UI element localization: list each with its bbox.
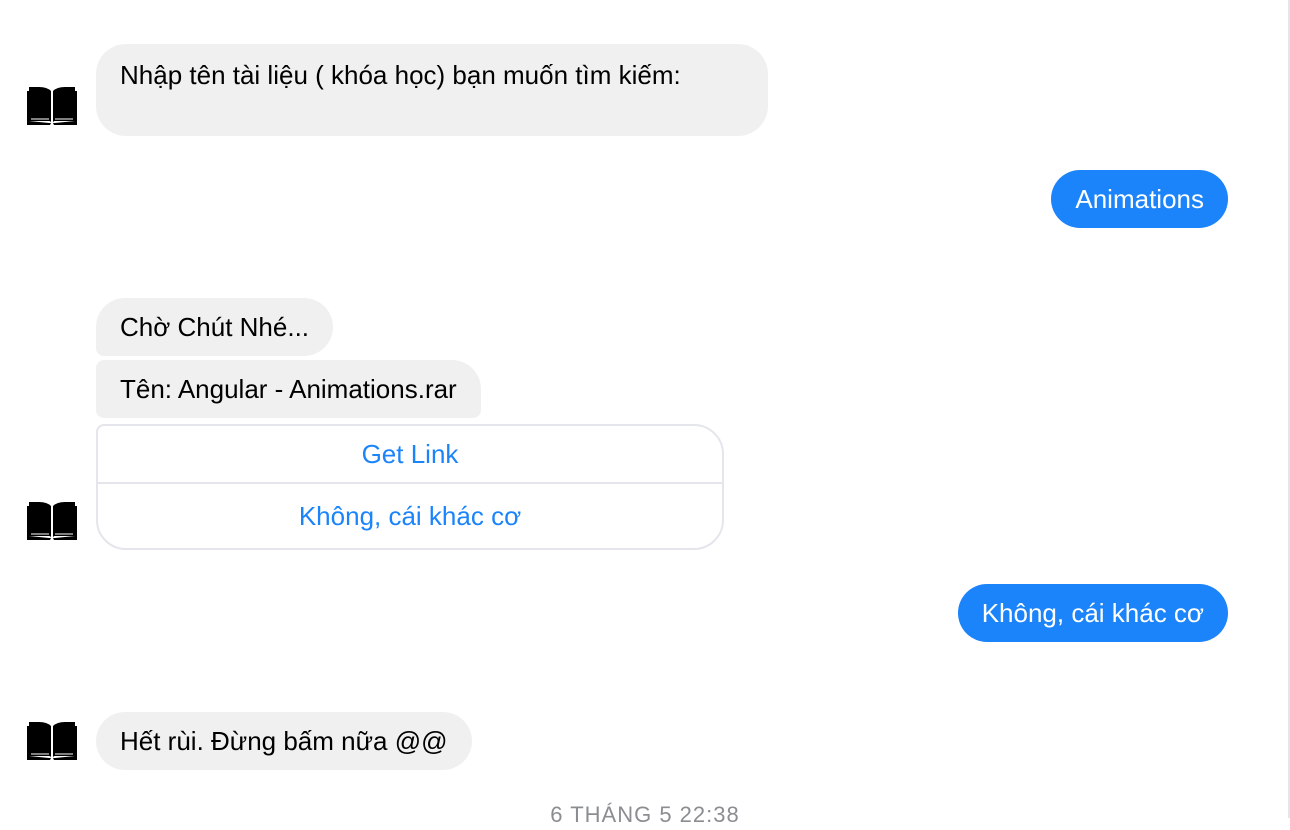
message-text: Chờ Chút Nhé... xyxy=(120,312,310,342)
bot-avatar[interactable] xyxy=(27,498,77,542)
bot-avatar[interactable] xyxy=(27,83,77,127)
open-book-icon xyxy=(27,502,77,540)
get-link-button[interactable]: Get Link xyxy=(98,426,722,484)
conversation-timestamp: 6 THÁNG 5 22:38 xyxy=(550,802,740,827)
open-book-icon xyxy=(27,87,77,125)
quick-reply-card: Get Link Không, cái khác cơ xyxy=(96,424,724,550)
message-text: Nhập tên tài liệu ( khóa học) bạn muốn t… xyxy=(120,60,681,90)
message-bubble-bot: Nhập tên tài liệu ( khóa học) bạn muốn t… xyxy=(96,44,768,136)
other-option-button[interactable]: Không, cái khác cơ xyxy=(98,484,722,548)
message-bubble-bot: Chờ Chút Nhé... xyxy=(96,298,334,356)
message-text: Animations xyxy=(1075,184,1204,214)
bot-avatar[interactable] xyxy=(27,718,77,762)
message-bubble-user: Không, cái khác cơ xyxy=(957,584,1228,642)
message-text: Hết rùi. Đừng bấm nữa @@ xyxy=(120,726,448,756)
message-text: Tên: Angular - Animations.rar xyxy=(120,374,457,404)
message-bubble-user: Animations xyxy=(1051,170,1228,228)
message-bubble-bot: Hết rùi. Đừng bấm nữa @@ xyxy=(96,712,472,770)
open-book-icon xyxy=(27,722,77,760)
message-text: Không, cái khác cơ xyxy=(981,598,1204,628)
message-bubble-bot: Tên: Angular - Animations.rar xyxy=(96,360,481,418)
